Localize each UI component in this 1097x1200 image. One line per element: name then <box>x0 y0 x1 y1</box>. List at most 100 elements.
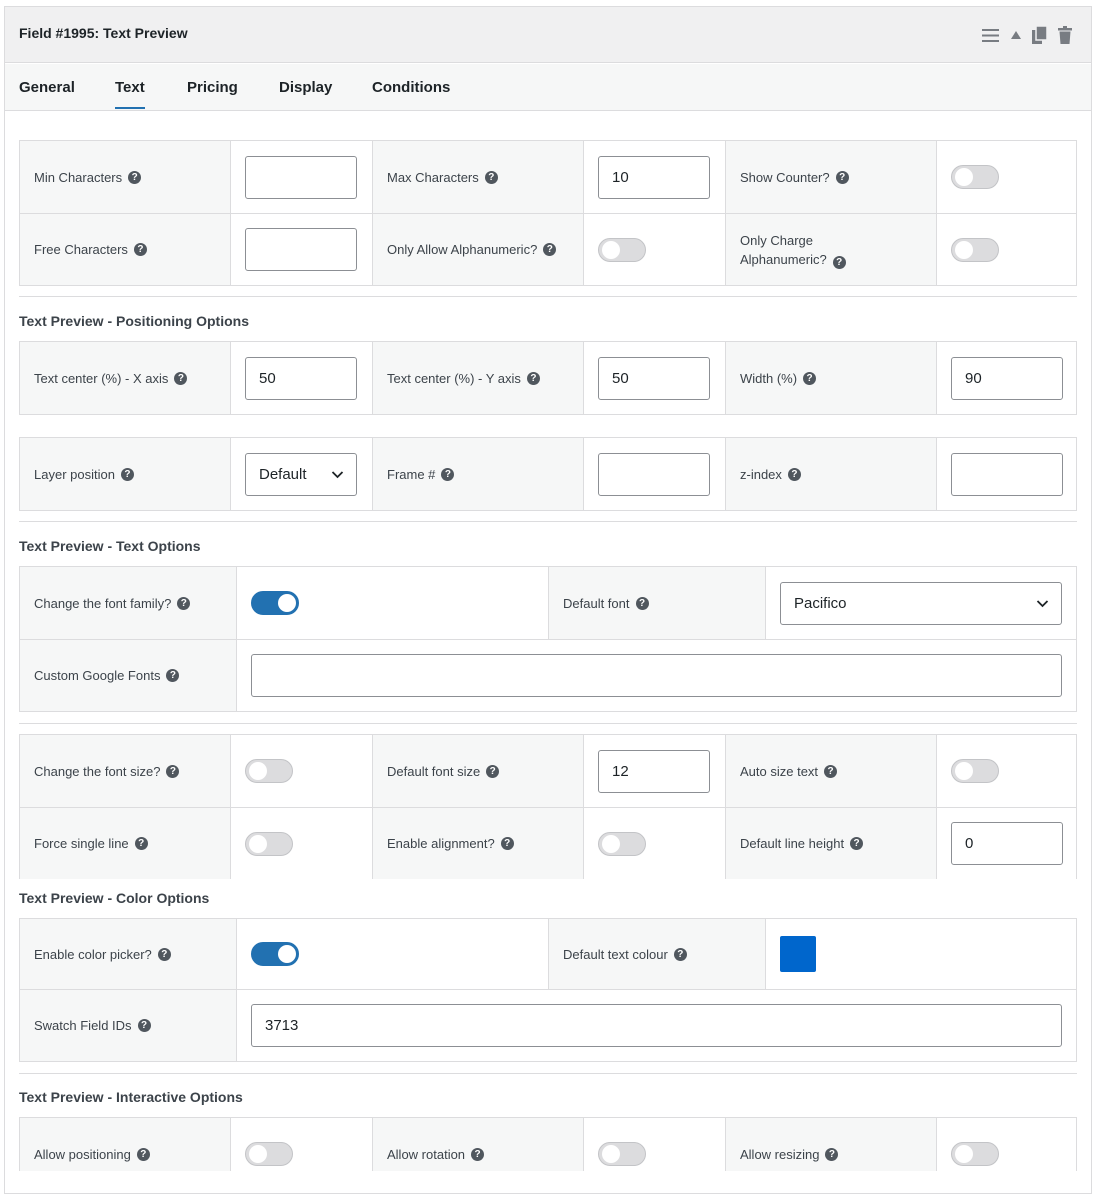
default-font-select[interactable]: Pacifico <box>780 581 1062 625</box>
alignment-toggle[interactable] <box>598 831 646 856</box>
help-icon[interactable]: ? <box>484 170 498 184</box>
help-icon[interactable]: ? <box>835 170 849 184</box>
allow-resizing-toggle[interactable] <box>951 1142 999 1166</box>
tab-general[interactable]: General <box>19 79 75 96</box>
only-alphanumeric-label: Only Allow Alphanumeric?? <box>372 214 583 285</box>
center-x-label: Text center (%) - X axis? <box>20 342 230 414</box>
section-text-title: Text Preview - Text Options <box>19 538 201 554</box>
divider <box>19 296 1077 297</box>
help-icon[interactable]: ? <box>543 243 557 256</box>
help-icon[interactable]: ? <box>136 1147 150 1161</box>
help-icon[interactable]: ? <box>673 947 687 961</box>
default-font-size-input[interactable] <box>598 749 710 793</box>
frame-input[interactable] <box>598 452 710 496</box>
help-icon[interactable]: ? <box>850 837 864 850</box>
tab-text[interactable]: Text <box>115 79 145 109</box>
divider <box>19 1073 1077 1074</box>
help-icon[interactable]: ? <box>177 596 191 610</box>
change-font-size-label: Change the font size?? <box>20 735 230 807</box>
allow-resizing-label: Allow resizing? <box>725 1118 936 1171</box>
color-picker-label: Enable color picker?? <box>20 919 236 989</box>
color-picker-toggle[interactable] <box>251 942 299 966</box>
default-colour-swatch[interactable] <box>780 936 816 972</box>
duplicate-icon[interactable] <box>1030 25 1048 45</box>
trash-icon[interactable] <box>1056 25 1074 45</box>
auto-size-toggle[interactable] <box>951 759 999 783</box>
section-color-title: Text Preview - Color Options <box>19 890 210 906</box>
font-family-grid: Change the font family?? Default font? P… <box>19 566 1077 712</box>
swatch-ids-input[interactable] <box>251 1004 1062 1047</box>
z-index-label: z-index? <box>725 438 936 510</box>
help-icon[interactable]: ? <box>120 467 134 481</box>
positioning-grid: Text center (%) - X axis? Text center (%… <box>19 341 1077 415</box>
help-icon[interactable]: ? <box>526 371 540 385</box>
layer-position-select[interactable]: Default <box>245 452 357 496</box>
line-height-input[interactable] <box>951 822 1063 865</box>
help-icon[interactable]: ? <box>128 170 142 184</box>
help-icon[interactable]: ? <box>134 837 148 850</box>
help-icon[interactable]: ? <box>133 243 147 256</box>
single-line-toggle[interactable] <box>245 831 293 856</box>
section-positioning-title: Text Preview - Positioning Options <box>19 313 249 329</box>
help-icon[interactable]: ? <box>832 255 846 269</box>
z-index-input[interactable] <box>951 452 1063 496</box>
layer-grid: Layer position? Default Frame #? z-index… <box>19 437 1077 511</box>
tab-display[interactable]: Display <box>279 79 332 96</box>
help-icon[interactable]: ? <box>635 596 649 610</box>
width-input[interactable] <box>951 356 1063 400</box>
help-icon[interactable]: ? <box>825 1147 839 1161</box>
characters-grid: Min Characters? Max Characters? Show Cou… <box>19 140 1077 286</box>
help-icon[interactable]: ? <box>137 1019 151 1032</box>
min-characters-input[interactable] <box>245 155 357 199</box>
charge-alphanumeric-label: Only Charge Alphanumeric?? <box>725 214 936 285</box>
default-colour-label: Default text colour? <box>548 919 765 989</box>
help-icon[interactable]: ? <box>471 1147 485 1161</box>
chevron-down-icon <box>331 468 344 485</box>
field-panel: Field #1995: Text Preview General Text P… <box>4 6 1092 1194</box>
change-font-family-toggle[interactable] <box>251 591 299 615</box>
layer-position-label: Layer position? <box>20 438 230 510</box>
width-label: Width (%)? <box>725 342 936 414</box>
min-characters-label: Min Characters? <box>20 141 230 213</box>
color-grid: Enable color picker?? Default text colou… <box>19 918 1077 1062</box>
change-font-size-toggle[interactable] <box>245 759 293 783</box>
tab-conditions[interactable]: Conditions <box>372 79 450 96</box>
font-size-grid: Change the font size?? Default font size… <box>19 734 1077 879</box>
auto-size-label: Auto size text? <box>725 735 936 807</box>
swatch-ids-label: Swatch Field IDs? <box>20 990 236 1061</box>
field-header: Field #1995: Text Preview <box>5 7 1091 63</box>
allow-rotation-label: Allow rotation? <box>372 1118 583 1171</box>
allow-positioning-toggle[interactable] <box>245 1142 293 1166</box>
help-icon[interactable]: ? <box>441 467 455 481</box>
allow-rotation-toggle[interactable] <box>598 1142 646 1166</box>
show-counter-toggle[interactable] <box>951 165 999 189</box>
help-icon[interactable]: ? <box>157 947 171 961</box>
allow-positioning-label: Allow positioning? <box>20 1118 230 1171</box>
tab-bar: General Text Pricing Display Conditions <box>5 64 1091 111</box>
only-alphanumeric-toggle[interactable] <box>598 237 646 262</box>
help-icon[interactable]: ? <box>174 371 188 385</box>
default-font-size-label: Default font size? <box>372 735 583 807</box>
center-y-input[interactable] <box>598 356 710 400</box>
show-counter-label: Show Counter?? <box>725 141 936 213</box>
free-characters-input[interactable] <box>245 228 357 271</box>
help-icon[interactable]: ? <box>500 837 514 850</box>
help-icon[interactable]: ? <box>787 467 801 481</box>
custom-google-fonts-input[interactable] <box>251 654 1062 697</box>
help-icon[interactable]: ? <box>803 371 817 385</box>
help-icon[interactable]: ? <box>824 764 838 778</box>
menu-icon[interactable] <box>980 25 1000 45</box>
alignment-label: Enable alignment?? <box>372 808 583 879</box>
frame-label: Frame #? <box>372 438 583 510</box>
single-line-label: Force single line? <box>20 808 230 879</box>
center-y-label: Text center (%) - Y axis? <box>372 342 583 414</box>
help-icon[interactable]: ? <box>486 764 500 778</box>
charge-alphanumeric-toggle[interactable] <box>951 237 999 262</box>
help-icon[interactable]: ? <box>166 764 180 778</box>
tab-pricing[interactable]: Pricing <box>187 79 238 96</box>
max-characters-input[interactable] <box>598 155 710 199</box>
collapse-arrow-icon[interactable] <box>1010 25 1022 45</box>
center-x-input[interactable] <box>245 356 357 400</box>
help-icon[interactable]: ? <box>166 669 180 682</box>
divider <box>19 723 1077 724</box>
